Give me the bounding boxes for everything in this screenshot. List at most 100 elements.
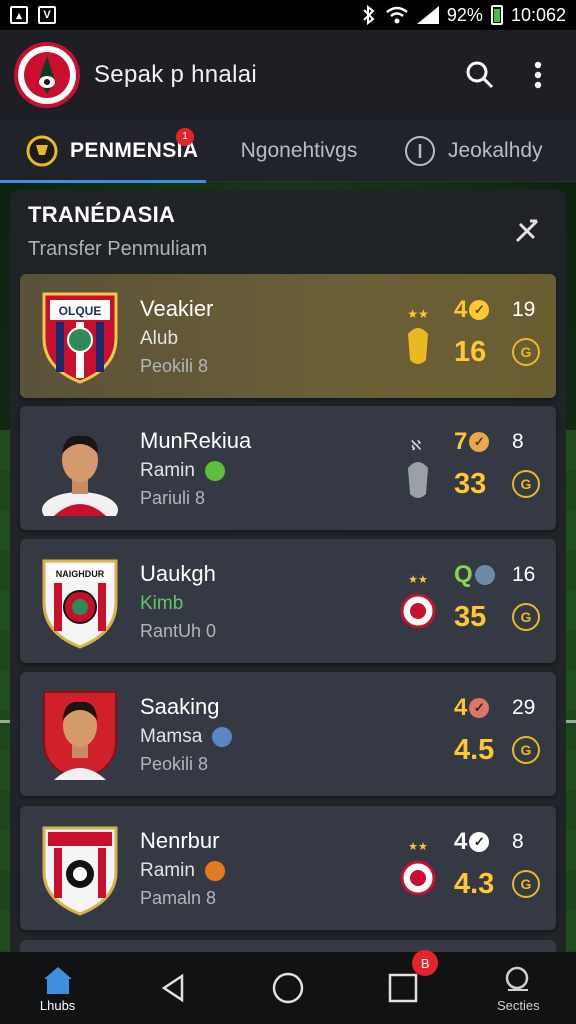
info-circle-icon	[405, 135, 435, 166]
club-dot-icon	[204, 461, 225, 481]
stat-top: 4 ✓	[454, 694, 490, 722]
tab-bar: PENMENSIA 1 Ngonehtivgs Jeokalhdy	[0, 120, 576, 183]
stat-top-value: 7	[454, 428, 468, 455]
stat-main: 33	[454, 468, 487, 500]
status-bar: ▴ V 92% 10:062	[0, 0, 576, 30]
player-name: Uaukgh	[140, 561, 216, 586]
club-crest-icon: NAIGHDUR	[42, 559, 118, 649]
svg-text:★★: ★★	[408, 840, 428, 853]
search-button[interactable]	[464, 59, 496, 91]
coin-icon: G	[512, 603, 540, 631]
stat-side: 16	[512, 563, 536, 586]
coin-icon: G	[512, 870, 540, 898]
recents-badge: B	[412, 950, 439, 976]
nav-recents[interactable]: B	[358, 950, 448, 1024]
stat-main: 4.5	[454, 734, 495, 766]
app-title: Sepak p hnalai	[94, 61, 257, 88]
player-card[interactable]: MunRekiua Ramin Pariuli 8 ℵ 7 ✓ 8 33 G	[20, 406, 556, 530]
coin-icon: G	[512, 470, 540, 498]
home-circle-icon	[272, 972, 304, 1004]
tab-jeokalhdy[interactable]: Jeokalhdy	[392, 120, 576, 182]
stat-main: 35	[454, 601, 487, 633]
nav-label: Lhubs	[39, 997, 76, 1013]
player-avatar-icon	[42, 435, 118, 516]
notification-icon: ▴	[10, 6, 28, 24]
stat-top-value: Q	[454, 561, 473, 588]
status-dot-icon	[474, 565, 495, 585]
player-name: Saaking	[140, 694, 220, 719]
stat-top-value: 4	[454, 828, 468, 855]
close-button[interactable]	[512, 216, 544, 248]
app-notification-icon: V	[38, 6, 56, 24]
wifi-icon	[386, 6, 408, 24]
club-label: Alub	[140, 328, 179, 349]
battery-percent: 92%	[446, 4, 483, 25]
panel-subtitle: Transfer Penmuliam	[28, 238, 208, 260]
home-icon	[43, 966, 72, 994]
close-icon	[515, 219, 539, 243]
player-card[interactable]: Nenrbur Ramin Pamaln 8 ★★ 4 ✓ 8 4.3 G	[20, 806, 556, 930]
panel-title: TRANÉDASIA	[28, 202, 176, 227]
nav-search[interactable]: Secties	[473, 952, 563, 1024]
club-label: Ramin	[140, 860, 195, 881]
svg-text:★★: ★★	[407, 307, 429, 321]
stat-top: 4 ✓	[454, 296, 490, 324]
stat-side: 8	[512, 430, 524, 453]
player-club: Mamsa	[140, 726, 233, 748]
club-label: Ramin	[140, 460, 195, 481]
crest-text: NAIGHDUR	[56, 569, 105, 579]
player-club: Alub	[140, 328, 178, 350]
player-card[interactable]: OLQUE Veakier Alub Peokili 8 ★★ 4 ✓ 19 1…	[20, 274, 556, 398]
back-triangle-icon	[161, 973, 184, 1003]
stat-side: 8	[512, 830, 524, 853]
tab-label: Ngonehtivgs	[240, 138, 358, 162]
player-avatar-icon	[43, 691, 117, 782]
signal-icon	[416, 6, 439, 24]
nav-back[interactable]	[128, 952, 218, 1024]
stat-top: Q	[454, 561, 495, 589]
player-card[interactable]: Saaking Mamsa Peokili 8 4 ✓ 29 4.5 G	[20, 672, 556, 796]
recents-square-icon	[388, 973, 418, 1003]
stat-side: 29	[512, 696, 536, 719]
club-label: Kimb	[140, 593, 184, 614]
club-crest-icon	[42, 826, 118, 916]
player-club: Ramin	[140, 460, 225, 482]
player-club: Kimb	[140, 593, 183, 615]
tab-penmensia[interactable]: PENMENSIA 1	[0, 120, 206, 183]
nav-label: Secties	[497, 997, 540, 1013]
stat-main: 16	[454, 336, 487, 368]
club-badge-icon: ★★	[400, 573, 436, 629]
more-vert-icon	[534, 61, 542, 89]
stat-side: 19	[512, 298, 536, 321]
club-label: Mamsa	[140, 726, 203, 747]
stat-top-value: 4	[454, 694, 468, 721]
check-icon: ✓	[469, 432, 490, 452]
tab-label: Jeokalhdy	[448, 138, 543, 162]
app-logo[interactable]	[14, 42, 80, 108]
player-position: Peokili 8	[140, 356, 209, 376]
more-options-button[interactable]	[522, 59, 554, 91]
tab-badge: 1	[176, 127, 194, 146]
battery-icon	[490, 5, 503, 25]
check-icon: ✓	[469, 698, 490, 718]
coin-icon: G	[512, 338, 540, 366]
club-crest-icon: OLQUE	[42, 292, 118, 384]
app-bar: Sepak p hnalai	[0, 30, 576, 120]
player-card[interactable]: NAIGHDUR Uaukgh Kimb RantUh 0 ★★ Q 16 35…	[20, 539, 556, 663]
coin-icon: G	[512, 736, 540, 764]
tab-ngonehtivgs[interactable]: Ngonehtivgs	[206, 120, 392, 182]
bluetooth-icon	[363, 5, 375, 25]
club-badge-icon: ★★	[400, 840, 436, 896]
stat-top: 7 ✓	[454, 428, 490, 456]
check-icon: ✓	[469, 300, 490, 320]
player-club: Ramin	[140, 860, 225, 882]
stat-top-value: 4	[454, 296, 468, 323]
svg-text:★★: ★★	[408, 573, 428, 586]
player-position: Peokili 8	[140, 754, 209, 774]
crest-text: OLQUE	[59, 304, 102, 318]
bottom-navigation: Lhubs B Secties	[0, 950, 576, 1024]
nav-home-circle[interactable]	[243, 952, 333, 1024]
nav-home[interactable]: Lhubs	[13, 952, 103, 1024]
check-icon: ✓	[469, 832, 490, 852]
clock: 10:062	[510, 4, 566, 25]
